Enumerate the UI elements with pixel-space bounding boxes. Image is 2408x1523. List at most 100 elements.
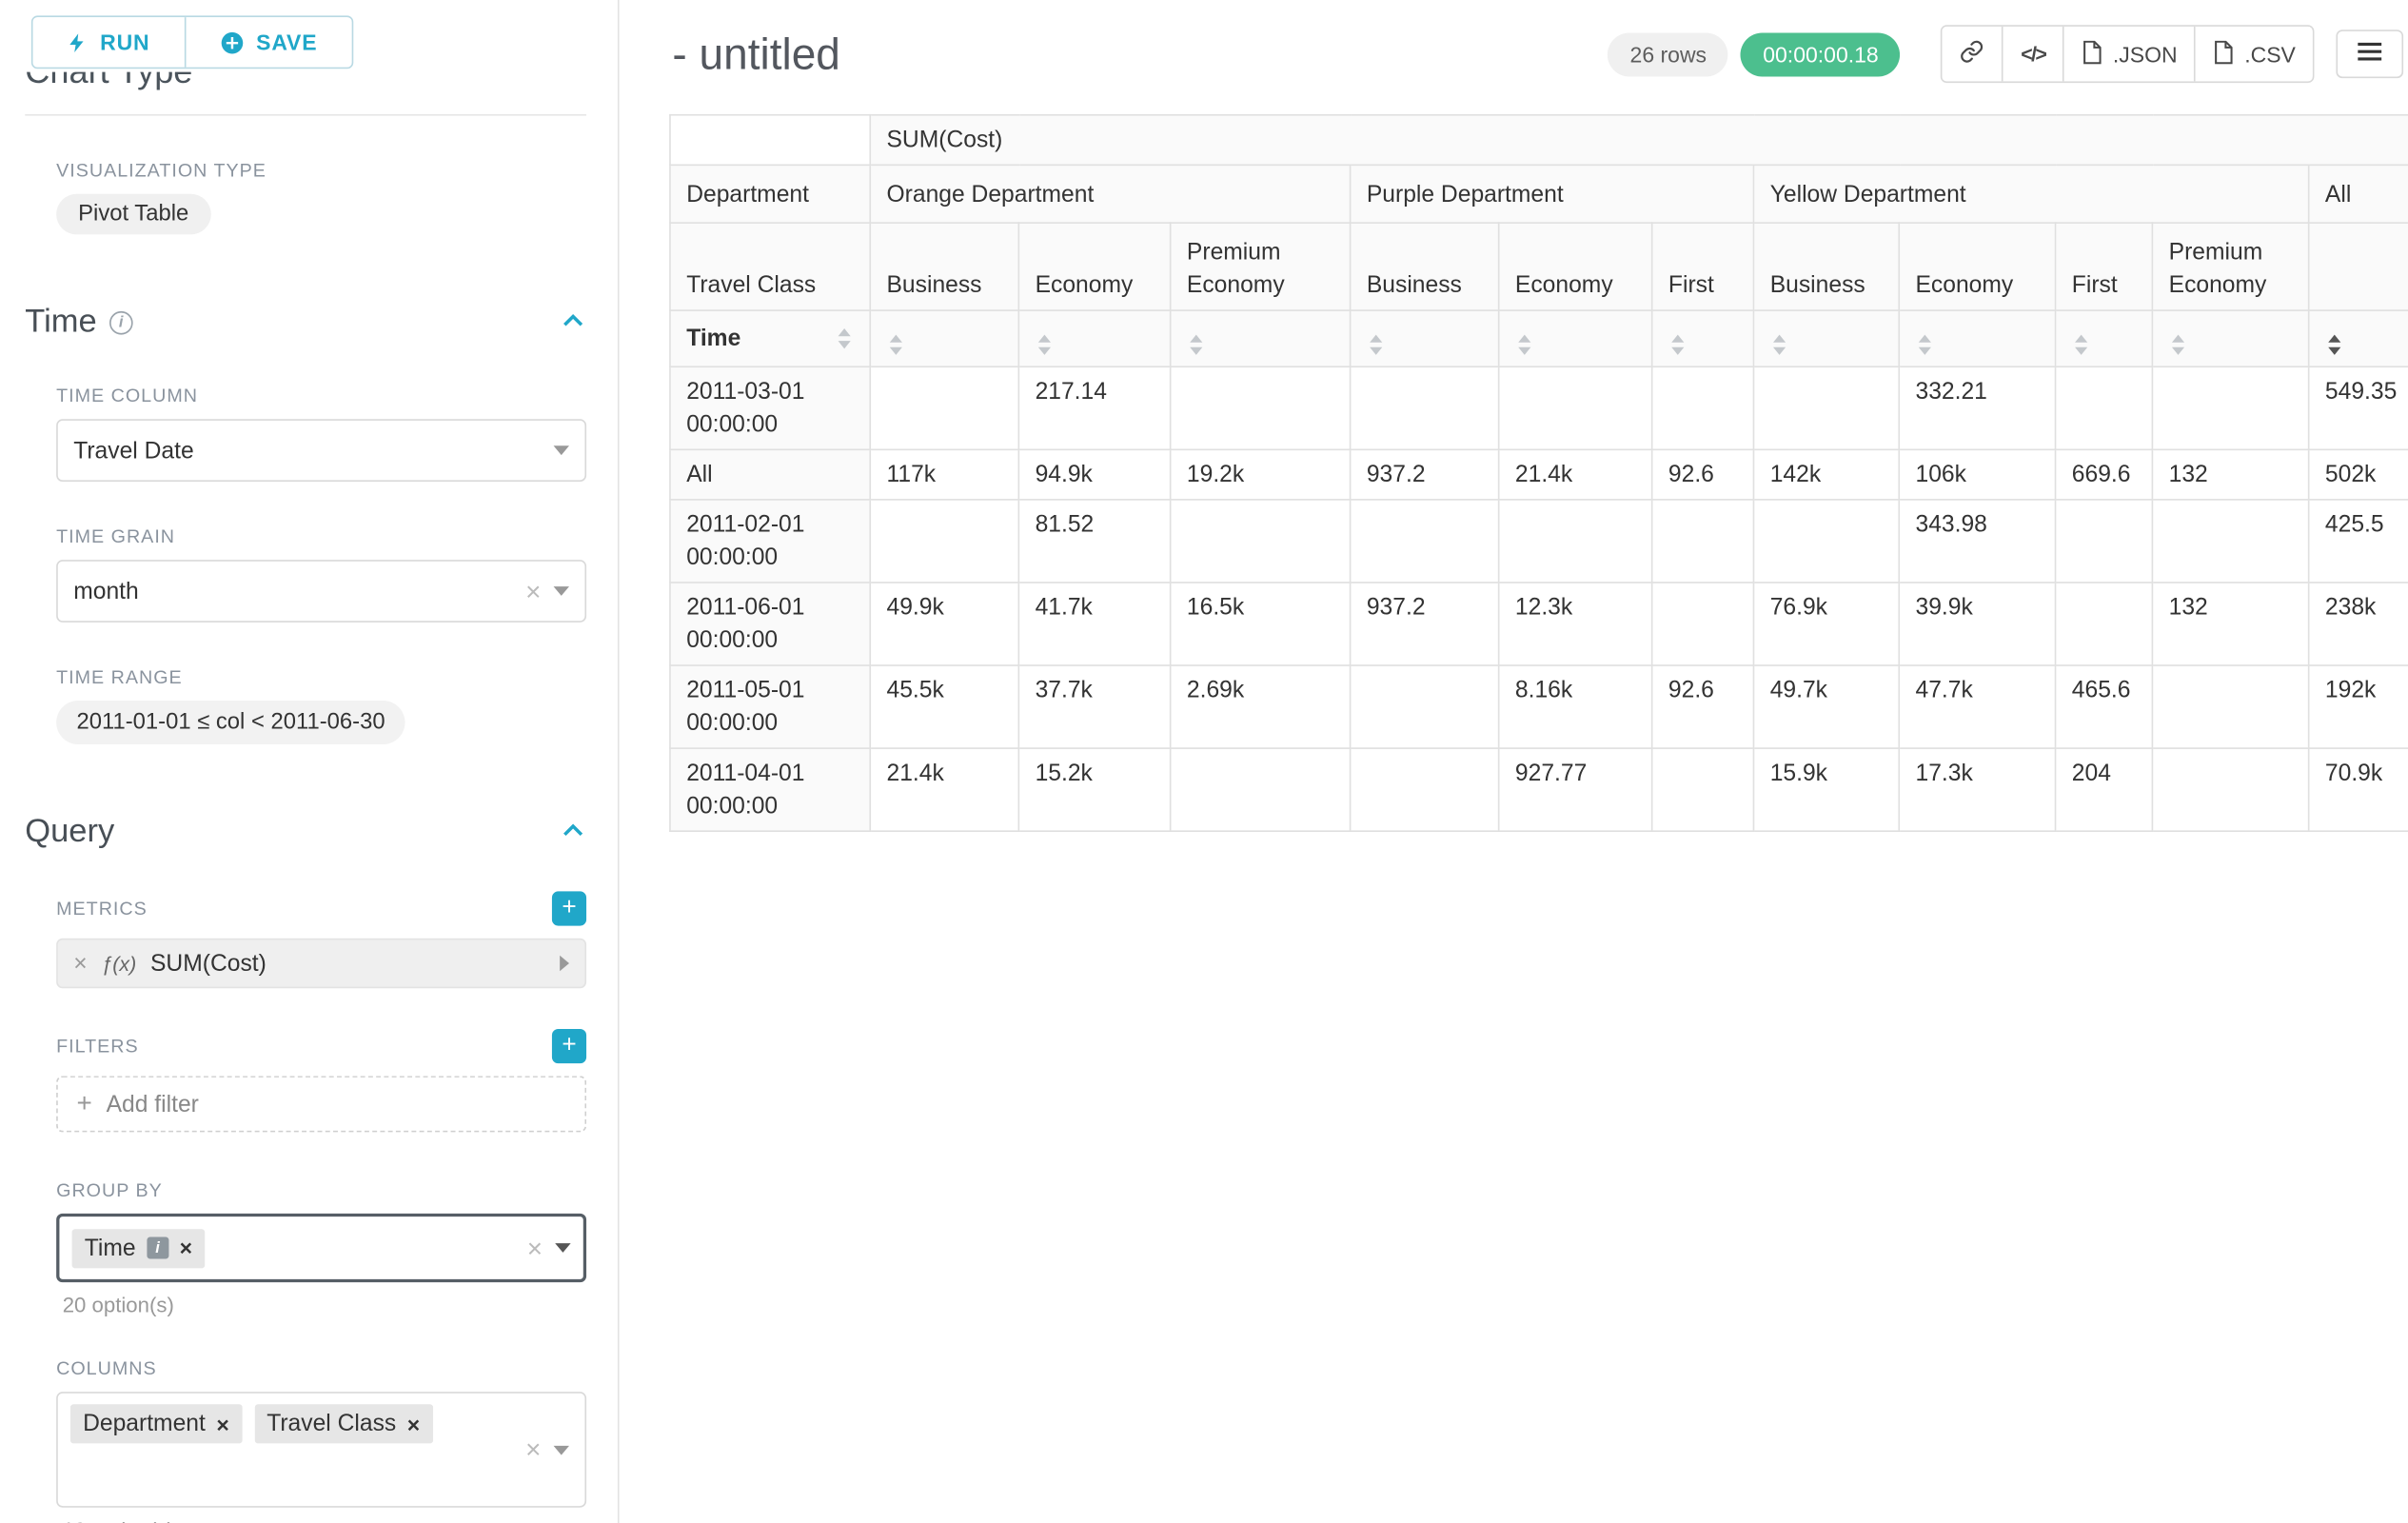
pivot-value-cell bbox=[1351, 500, 1499, 583]
chevron-down-icon[interactable] bbox=[555, 1243, 570, 1253]
column-sort-cell[interactable] bbox=[1018, 310, 1170, 366]
pivot-value-cell: 81.52 bbox=[1018, 500, 1170, 583]
sort-up-arrow bbox=[890, 335, 902, 343]
row-total-sort-cell[interactable] bbox=[2309, 310, 2408, 366]
column-sort-cell[interactable] bbox=[2056, 310, 2153, 366]
column-sort-cell[interactable] bbox=[1899, 310, 2055, 366]
remove-metric-icon[interactable]: × bbox=[73, 950, 87, 977]
columns-select[interactable]: Department×Travel Class× × bbox=[56, 1392, 586, 1508]
add-metric-button[interactable]: + bbox=[552, 891, 586, 925]
sort-up-arrow bbox=[1370, 335, 1382, 343]
pivot-value-cell: 21.4k bbox=[870, 748, 1018, 831]
time-section-title: Time bbox=[25, 304, 96, 341]
sort-up-arrow bbox=[1919, 335, 1931, 343]
time-grain-select[interactable]: month × bbox=[56, 560, 586, 623]
metrics-label: METRICS bbox=[56, 898, 148, 920]
info-icon: i bbox=[109, 310, 133, 334]
pivot-value-cell: 502k bbox=[2309, 449, 2408, 500]
sort-down-arrow bbox=[1671, 347, 1684, 355]
pivot-value-cell bbox=[1499, 366, 1652, 449]
remove-tag-icon[interactable]: × bbox=[180, 1236, 192, 1258]
code-icon: </> bbox=[2021, 42, 2045, 66]
column-sort-cell[interactable] bbox=[1499, 310, 1652, 366]
hamburger-menu-icon bbox=[2357, 44, 2383, 68]
group-by-select[interactable]: Timei× × bbox=[56, 1214, 586, 1282]
travel-class-axis-label: Travel Class bbox=[670, 223, 870, 310]
chart-area: - untitled 26 rows 00:00:00.18 </> bbox=[620, 0, 2408, 1523]
column-sort-cell[interactable] bbox=[1351, 310, 1499, 366]
control-panel: RUN SAVE Chart Type VISUALIZATION TYPE P… bbox=[0, 0, 620, 1523]
remove-tag-icon[interactable]: × bbox=[216, 1413, 228, 1434]
pivot-value-cell: 92.6 bbox=[1652, 665, 1754, 748]
sidebar-controls: VISUALIZATION TYPE Pivot Table bbox=[25, 160, 618, 235]
column-sort-cell[interactable] bbox=[2152, 310, 2308, 366]
sort-up-arrow bbox=[1773, 335, 1786, 343]
travel-class-header-cell: Economy bbox=[1899, 223, 2055, 310]
column-sort-cell[interactable] bbox=[870, 310, 1018, 366]
metric-item[interactable]: × ƒ(x) SUM(Cost) bbox=[56, 939, 586, 989]
visualization-type-value[interactable]: Pivot Table bbox=[56, 194, 210, 235]
columns-label: COLUMNS bbox=[56, 1357, 618, 1379]
sort-up-arrow bbox=[2172, 335, 2184, 343]
time-axis-sort-cell[interactable]: Time bbox=[670, 310, 870, 366]
add-filter-button[interactable]: + Add filter bbox=[56, 1076, 586, 1132]
pivot-value-cell: 49.9k bbox=[870, 583, 1018, 665]
time-column-value: Travel Date bbox=[73, 437, 541, 464]
pivot-value-cell bbox=[2152, 500, 2308, 583]
export-json-button[interactable]: .JSON bbox=[2063, 27, 2194, 81]
save-button[interactable]: SAVE bbox=[185, 17, 352, 68]
sort-down-arrow bbox=[2075, 347, 2087, 355]
pivot-value-cell bbox=[1171, 366, 1351, 449]
pivot-table: SUM(Cost)DepartmentOrange DepartmentPurp… bbox=[669, 114, 2408, 832]
collapse-chevron-icon[interactable] bbox=[562, 308, 585, 337]
share-link-button[interactable] bbox=[1943, 27, 2002, 81]
time-column-select[interactable]: Travel Date bbox=[56, 419, 586, 482]
sort-up-arrow bbox=[1038, 335, 1051, 343]
more-options-button[interactable] bbox=[2337, 30, 2404, 78]
pivot-travel-class-row: Travel ClassBusinessEconomyPremium Econo… bbox=[670, 223, 2408, 310]
file-icon bbox=[2082, 40, 2102, 69]
department-header-cell: All bbox=[2309, 165, 2408, 223]
pivot-value-cell: 937.2 bbox=[1351, 449, 1499, 500]
export-csv-button[interactable]: .CSV bbox=[2195, 27, 2313, 81]
run-button[interactable]: RUN bbox=[32, 17, 184, 68]
chart-header: - untitled 26 rows 00:00:00.18 </> bbox=[669, 0, 2408, 105]
tag-label: Time bbox=[85, 1235, 136, 1261]
add-filter-plus-button[interactable]: + bbox=[552, 1029, 586, 1063]
clear-icon[interactable]: × bbox=[525, 1436, 541, 1463]
chevron-right-icon[interactable] bbox=[560, 956, 569, 971]
travel-class-header-cell: Business bbox=[870, 223, 1018, 310]
query-section-title: Query bbox=[25, 813, 114, 850]
sort-toggle-icon bbox=[886, 331, 905, 358]
pivot-value-cell: 549.35 bbox=[2309, 366, 2408, 449]
view-query-button[interactable]: </> bbox=[2003, 27, 2063, 81]
pivot-corner-cell bbox=[670, 115, 870, 166]
chart-title[interactable]: - untitled bbox=[672, 29, 839, 79]
time-range-value[interactable]: 2011-01-01 ≤ col < 2011-06-30 bbox=[56, 701, 405, 744]
department-header-cell: Yellow Department bbox=[1753, 165, 2308, 223]
clear-icon[interactable]: × bbox=[527, 1235, 543, 1261]
file-icon bbox=[2213, 40, 2233, 69]
columns-tags: Department×Travel Class× bbox=[70, 1411, 445, 1437]
clear-icon[interactable]: × bbox=[525, 578, 541, 604]
collapse-chevron-icon[interactable] bbox=[562, 818, 585, 846]
pivot-value-cell bbox=[1652, 500, 1754, 583]
column-sort-cell[interactable] bbox=[1171, 310, 1351, 366]
pivot-value-cell bbox=[1652, 583, 1754, 665]
save-button-label: SAVE bbox=[256, 30, 317, 54]
pivot-value-cell: 21.4k bbox=[1499, 449, 1652, 500]
pivot-value-cell: 17.3k bbox=[1899, 748, 2055, 831]
pivot-value-cell: 142k bbox=[1753, 449, 1899, 500]
sort-wrap: Time bbox=[686, 322, 854, 355]
time-grain-value: month bbox=[73, 578, 513, 604]
column-sort-cell[interactable] bbox=[1652, 310, 1754, 366]
pivot-data-row: 2011-04-01 00:00:0021.4k15.2k927.7715.9k… bbox=[670, 748, 2408, 831]
run-save-button-group: RUN SAVE bbox=[31, 15, 353, 69]
column-sort-cell[interactable] bbox=[1753, 310, 1899, 366]
pivot-value-cell: 94.9k bbox=[1018, 449, 1170, 500]
chevron-down-icon[interactable] bbox=[554, 1445, 569, 1454]
department-axis-label: Department bbox=[670, 165, 870, 223]
time-range-label: TIME RANGE bbox=[56, 666, 618, 688]
pivot-value-cell bbox=[2056, 583, 2153, 665]
remove-tag-icon[interactable]: × bbox=[407, 1413, 420, 1434]
